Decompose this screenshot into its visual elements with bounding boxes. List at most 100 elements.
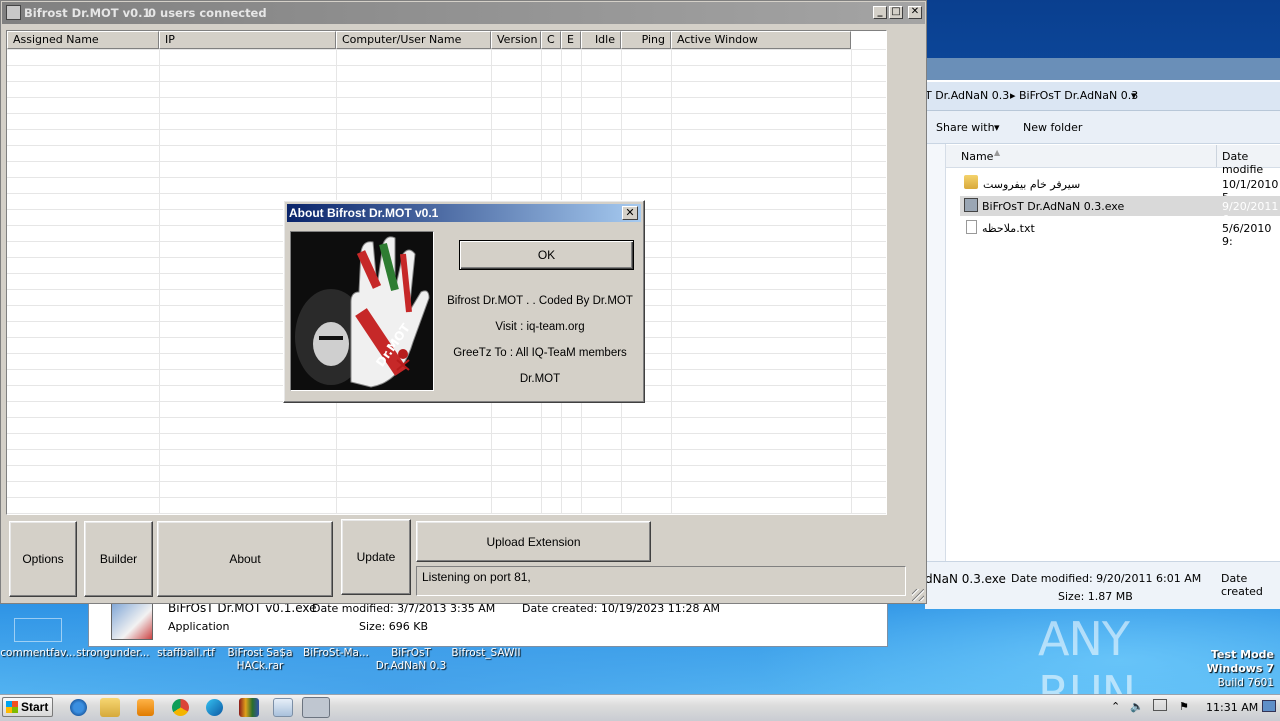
app-thumbnail-icon <box>111 602 153 640</box>
about-credit-line: Bifrost Dr.MOT . . Coded By Dr.MOT <box>447 295 633 307</box>
file-list-header: Name ▲ Date modifie <box>946 145 1280 176</box>
name-column-header[interactable]: Name <box>961 150 993 163</box>
show-desktop-icon[interactable] <box>1262 700 1276 712</box>
desktop-icon-label[interactable]: BiFroSt-Ma... <box>298 647 374 660</box>
about-dialog: About Bifrost Dr.MOT v0.1 ✕ Dr.MOT OK Bi… <box>283 200 645 403</box>
internet-explorer-icon[interactable] <box>70 699 87 716</box>
builder-button[interactable]: Builder <box>84 521 153 597</box>
test-mode-label: Test Mode Windows 7 Build 7601 <box>1207 648 1274 690</box>
status-text: Listening on port 81, <box>416 566 906 596</box>
network-icon[interactable] <box>1153 699 1167 711</box>
desktop-shortcut-icon[interactable] <box>14 618 62 642</box>
column-header-computer-user[interactable]: Computer/User Name <box>336 31 491 49</box>
file-row-selected[interactable]: BiFrOsT Dr.AdNaN 0.3.exe 9/20/2011 6 <box>960 196 1280 226</box>
column-header-assigned-name[interactable]: Assigned Name <box>7 31 159 49</box>
main-title-bar[interactable]: Bifrost Dr.MOT v0.1 0 users connected _ … <box>2 2 925 24</box>
explorer-toolbar: Share with ▾ New folder <box>925 111 1280 144</box>
options-button[interactable]: Options <box>9 521 77 597</box>
start-button[interactable]: Start <box>2 697 53 717</box>
column-gridline <box>671 49 672 514</box>
breadcrumb-item[interactable]: BiFrOsT Dr.AdNaN 0.3 <box>1019 89 1138 102</box>
folder-icon[interactable] <box>100 698 120 717</box>
windows-logo-icon <box>6 701 18 713</box>
folder-icon <box>964 175 978 189</box>
details-pane: dNaN 0.3.exe Date modified: 9/20/2011 6:… <box>925 561 1280 609</box>
media-player-icon[interactable] <box>137 699 154 716</box>
app-icon[interactable] <box>6 5 21 20</box>
close-icon[interactable]: ✕ <box>622 206 638 220</box>
details-file-name: dNaN 0.3.exe <box>925 572 1006 586</box>
details-date-modified: Date modified: 9/20/2011 6:01 AM <box>1011 572 1202 585</box>
notepad-icon[interactable] <box>273 698 293 717</box>
about-author-line: Dr.MOT <box>519 373 561 385</box>
about-button[interactable]: About <box>157 521 333 597</box>
desktop-icon-label[interactable]: BiFrOsT Dr.AdNaN 0.3 <box>374 647 448 673</box>
chrome-icon[interactable] <box>172 699 189 716</box>
desktop-icon-label[interactable]: commentfav... <box>0 647 76 660</box>
maximize-icon[interactable]: □ <box>889 6 903 19</box>
bifrost-taskbar-icon[interactable] <box>302 697 330 718</box>
chevron-down-icon[interactable]: ▾ <box>1131 89 1137 102</box>
desktop-icon-label[interactable]: BiFrost Sa$a HACk.rar <box>222 647 298 673</box>
share-with-button[interactable]: Share with <box>936 121 995 134</box>
start-label: Start <box>21 700 49 714</box>
breadcrumb-item[interactable]: T Dr.AdNaN 0.3 <box>925 89 1009 102</box>
txt-icon <box>966 220 977 234</box>
window-title: Bifrost Dr.MOT v0.1 <box>24 6 151 20</box>
column-header-active-window[interactable]: Active Window <box>671 31 851 49</box>
minimize-icon[interactable]: _ <box>873 6 887 19</box>
about-image: Dr.MOT <box>290 231 434 391</box>
file-name: سيرفر خام بيفروست <box>983 178 1081 191</box>
new-folder-button[interactable]: New folder <box>1023 121 1082 134</box>
chevron-right-icon[interactable]: ▸ <box>1010 89 1016 102</box>
desktop-icon-label[interactable]: staffball.rtf <box>150 647 222 660</box>
file-row[interactable]: ملاحظه.txt 5/6/2010 9: <box>960 218 1280 248</box>
file-name: ملاحظه.txt <box>982 222 1035 235</box>
date-modified-column-header[interactable]: Date modifie <box>1222 150 1280 176</box>
users-connected-status: 0 users connected <box>148 6 267 20</box>
column-divider[interactable] <box>1216 145 1217 167</box>
desktop-icon-label[interactable]: Bifrost_SAWII <box>448 647 524 660</box>
explorer2-details-pane: BiFrOsT Dr.MOT v0.1.exe Date modified: 3… <box>88 598 888 647</box>
edge-icon[interactable] <box>206 699 223 716</box>
details-date-created: Date created <box>1221 572 1263 598</box>
column-gridline <box>159 49 160 514</box>
winrar-icon[interactable] <box>239 698 259 717</box>
about-title: About Bifrost Dr.MOT v0.1 <box>289 206 439 220</box>
close-icon[interactable]: ✕ <box>908 6 922 19</box>
column-header-ping[interactable]: Ping <box>621 31 671 49</box>
exe-icon <box>964 198 978 212</box>
test-mode-line: Test Mode <box>1211 648 1274 661</box>
file-date: 5/6/2010 9: <box>1222 222 1272 248</box>
column-header-c[interactable]: C <box>541 31 561 49</box>
ok-button[interactable]: OK <box>459 240 634 270</box>
file-name: BiFrOsT Dr.AdNaN 0.3.exe <box>982 200 1125 213</box>
column-header-e[interactable]: E <box>561 31 581 49</box>
chevron-up-icon[interactable]: ⌃ <box>1111 700 1120 713</box>
column-header-idle[interactable]: Idle <box>581 31 621 49</box>
explorer-title-bar[interactable] <box>925 58 1280 80</box>
chevron-down-icon[interactable]: ▾ <box>994 121 1000 134</box>
explorer-address-bar[interactable]: T Dr.AdNaN 0.3 ▸ BiFrOsT Dr.AdNaN 0.3 ▾ <box>925 82 1280 111</box>
update-button[interactable]: Update <box>341 519 411 595</box>
column-header-version[interactable]: Version <box>491 31 541 49</box>
hand-graphic-icon: Dr.MOT <box>291 232 433 390</box>
file-row[interactable]: سيرفر خام بيفروست 10/1/2010 5 <box>960 174 1280 204</box>
desktop-icon-label[interactable]: strongunder... <box>75 647 151 660</box>
windows-version-line: Windows 7 <box>1206 662 1274 675</box>
build-line: Build 7601 <box>1217 677 1274 689</box>
about-title-bar[interactable]: About Bifrost Dr.MOT v0.1 ✕ <box>287 204 641 222</box>
details-size: Size: 1.87 MB <box>1058 590 1133 603</box>
flag-icon[interactable]: ⚑ <box>1179 700 1189 713</box>
taskbar: Start ⌃ 🔈 ⚑ 11:31 AM <box>0 694 1280 721</box>
volume-icon[interactable]: 🔈 <box>1130 700 1144 713</box>
about-website-line: Visit : iq-team.org <box>495 321 585 333</box>
resize-grip-icon[interactable] <box>912 589 924 601</box>
sort-ascending-icon: ▲ <box>994 148 1001 157</box>
column-header-ip[interactable]: IP <box>159 31 336 49</box>
upload-extension-button[interactable]: Upload Extension <box>416 521 651 562</box>
column-gridline <box>851 49 852 514</box>
details-file-type: Application <box>168 620 230 633</box>
navigation-pane[interactable] <box>925 144 946 562</box>
clock[interactable]: 11:31 AM <box>1206 701 1258 714</box>
